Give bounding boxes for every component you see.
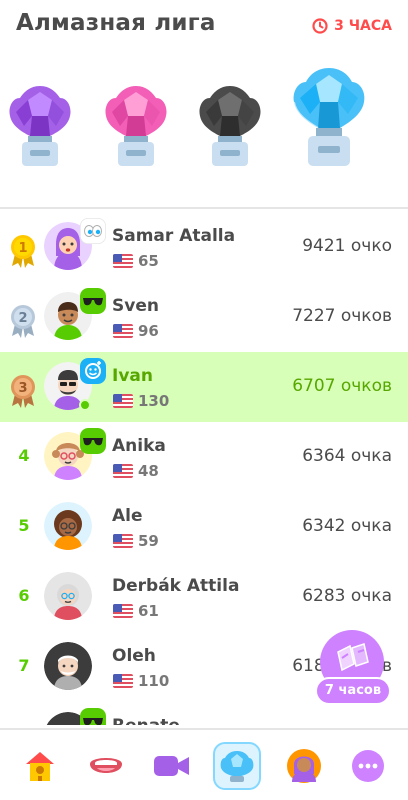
user-name: Renate	[112, 716, 180, 725]
user-name: Sven	[112, 296, 159, 316]
nav-home[interactable]	[18, 744, 62, 788]
streak-count: 110	[138, 672, 170, 690]
nav-leaderboard[interactable]	[213, 742, 261, 790]
us-flag-icon	[113, 674, 133, 688]
bottom-nav	[0, 728, 408, 800]
leaderboard-row[interactable]: Renate	[0, 702, 408, 725]
smile-badge-icon	[80, 358, 106, 384]
xp-value: 6707 очков	[292, 376, 392, 396]
leaderboard-row[interactable]: 4 Anika 48 6364 очка	[0, 422, 408, 492]
user-name: Ivan	[112, 366, 153, 386]
xp-value: 6283 очка	[302, 586, 392, 606]
league-trophies	[0, 60, 408, 210]
streak-count: 61	[138, 602, 159, 620]
clock-icon	[312, 18, 328, 34]
speak-icon	[90, 758, 122, 773]
online-indicator	[79, 399, 91, 411]
league-title: Алмазная лига	[16, 10, 216, 36]
pink-trophy-icon	[105, 86, 167, 166]
nav-more[interactable]	[346, 744, 390, 788]
gold-medal-icon: 1	[11, 235, 35, 268]
rank-number: 4	[18, 446, 30, 465]
more-icon	[352, 750, 384, 782]
nav-video[interactable]	[150, 744, 194, 788]
nav-speak[interactable]	[84, 744, 128, 788]
xp-value: 7227 очков	[292, 306, 392, 326]
streak-count: 48	[138, 462, 159, 480]
divider	[0, 207, 408, 209]
eyes-badge-icon	[80, 218, 106, 244]
profile-icon	[287, 749, 321, 783]
us-flag-icon	[113, 394, 133, 408]
us-flag-icon	[113, 324, 133, 338]
us-flag-icon	[113, 604, 133, 618]
leaderboard-row[interactable]: 1 Samar Atalla 65 9421 очко	[0, 212, 408, 282]
amethyst-trophy-icon	[9, 86, 71, 166]
nav-profile[interactable]	[282, 744, 326, 788]
user-name: Ale	[112, 506, 143, 526]
sunglasses-badge-icon	[80, 428, 106, 454]
timer-label: 3 ЧАСА	[334, 18, 392, 34]
xp-value: 9421 очко	[302, 236, 392, 256]
leaderboard-row[interactable]: 6 Derbák Attila 61 6283 очка	[0, 562, 408, 632]
rank-number: 6	[18, 586, 30, 605]
leaderboard-row[interactable]: 5 Ale 59 6342 очка	[0, 492, 408, 562]
rank-label: 3	[18, 381, 27, 396]
obsidian-trophy-icon	[199, 86, 261, 166]
league-timer: 3 ЧАСА	[312, 18, 392, 34]
streak-count: 130	[138, 392, 170, 410]
chest-timer: 7 часов	[315, 677, 391, 705]
streak-count: 59	[138, 532, 159, 550]
rank-number: 5	[18, 516, 30, 535]
leaderboard-row-current-user[interactable]: 3 Ivan 130 6707 очков	[0, 352, 408, 422]
avatar	[44, 642, 92, 690]
leaderboard-icon	[220, 751, 254, 782]
leaderboard-row[interactable]: 2 Sven 96 7227 очков	[0, 282, 408, 352]
user-name: Samar Atalla	[112, 226, 236, 246]
streak-count: 65	[138, 252, 159, 270]
silver-medal-icon: 2	[11, 305, 35, 338]
user-name: Oleh	[112, 646, 156, 666]
video-icon	[154, 756, 189, 776]
bronze-medal-icon: 3	[11, 375, 35, 408]
avatar	[44, 502, 92, 550]
user-name: Anika	[112, 436, 166, 456]
home-icon	[26, 752, 54, 781]
us-flag-icon	[113, 534, 133, 548]
diamond-trophy-icon	[293, 68, 365, 166]
rank-label: 1	[18, 241, 27, 256]
xp-value: 6342 очка	[302, 516, 392, 536]
avatar	[44, 572, 92, 620]
header: Алмазная лига 3 ЧАСА	[0, 0, 408, 52]
sunglasses-badge-icon	[80, 288, 106, 314]
us-flag-icon	[113, 464, 133, 478]
streak-count: 96	[138, 322, 159, 340]
sunglasses-badge-icon	[80, 708, 106, 725]
rank-label: 2	[18, 311, 27, 326]
rank-number: 7	[18, 656, 30, 675]
user-name: Derbák Attila	[112, 576, 240, 596]
xp-value: 6364 очка	[302, 446, 392, 466]
us-flag-icon	[113, 254, 133, 268]
